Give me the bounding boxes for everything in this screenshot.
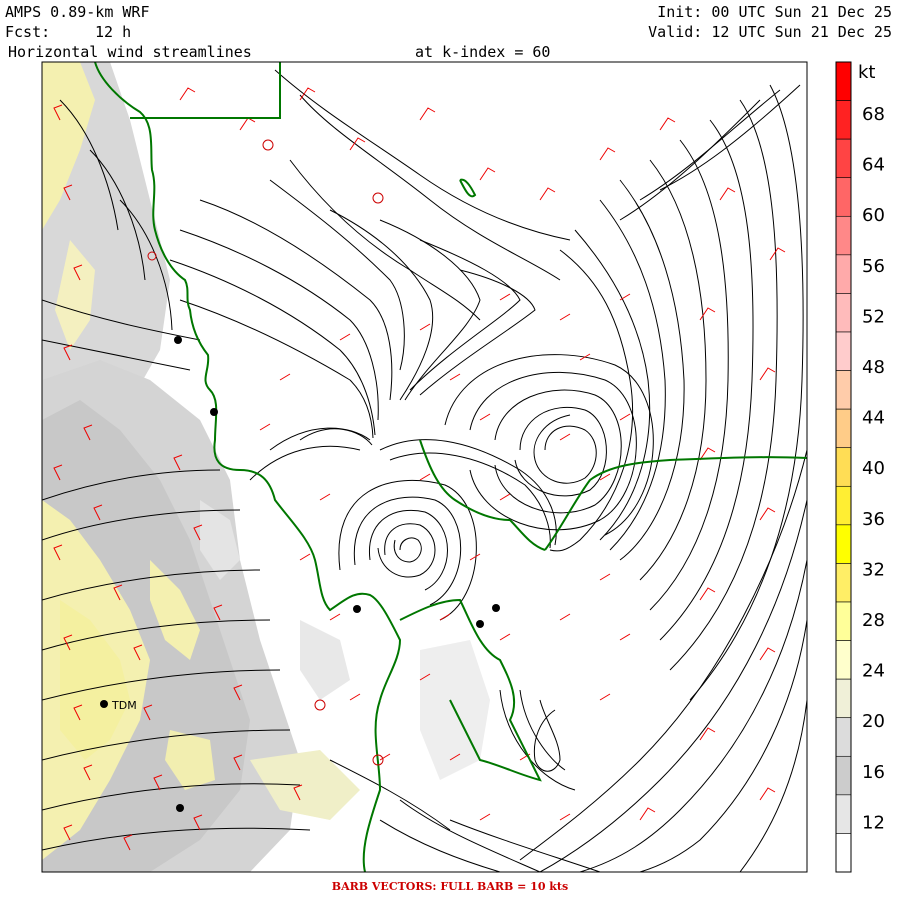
colorbar-segment [835, 408, 852, 449]
colorbar-segment [835, 177, 852, 217]
colorbar-segment [835, 447, 852, 487]
colorbar-segment [835, 717, 852, 757]
station-dot [476, 620, 484, 628]
station-dot [174, 336, 182, 344]
colorbar-segment [835, 293, 852, 333]
colorbar-tick-label: 40 [862, 458, 885, 479]
colorbar-segment [835, 331, 852, 371]
colorbar-unit: kt [858, 62, 875, 83]
colorbar-segment [835, 833, 852, 873]
colorbar: kt 68 64 60 56 52 48 44 40 36 32 28 24 20 16 12 [835, 61, 885, 873]
colorbar-tick-label: 52 [862, 306, 885, 327]
map-figure: TDM kt 68 64 60 56 52 48 44 40 36 32 28 24 20 16 12 [41, 61, 885, 873]
colorbar-tick-label: 28 [862, 610, 885, 631]
colorbar-segment [835, 678, 852, 719]
barb-legend: BARB VECTORS: FULL BARB = 10 kts [331, 880, 569, 893]
colorbar-segment [835, 61, 852, 101]
colorbar-segment [835, 215, 852, 256]
colorbar-tick-label: 48 [862, 357, 885, 378]
colorbar-tick-label: 36 [862, 509, 885, 530]
colorbar-tick-label: 20 [862, 711, 885, 732]
colorbar-segment [835, 100, 852, 140]
colorbar-tick-label: 60 [862, 205, 885, 226]
colorbar-segment [835, 138, 852, 179]
colorbar-segment [835, 524, 852, 564]
colorbar-segment [835, 640, 852, 680]
station-dot [353, 605, 361, 613]
colorbar-tick-label: 56 [862, 256, 885, 277]
station-dot [210, 408, 218, 416]
colorbar-tick-label: 68 [862, 104, 885, 125]
colorbar-segment [835, 601, 852, 641]
colorbar-tick-label: 44 [862, 408, 885, 429]
colorbar-segment [835, 485, 852, 526]
colorbar-segment [835, 563, 852, 603]
station-dot [176, 804, 184, 812]
colorbar-segment [835, 794, 852, 834]
colorbar-segment [835, 755, 852, 796]
colorbar-tick-label: 32 [862, 559, 885, 580]
colorbar-tick-label: 16 [862, 762, 885, 783]
colorbar-segment [835, 254, 852, 294]
colorbar-segment [835, 370, 852, 410]
colorbar-tick-label: 24 [862, 661, 885, 682]
colorbar-tick-label: 64 [862, 155, 885, 176]
station-dot [492, 604, 500, 612]
station-tdm-dot [100, 700, 108, 708]
colorbar-tick-label: 12 [862, 812, 885, 833]
station-tdm-label: TDM [111, 699, 137, 712]
